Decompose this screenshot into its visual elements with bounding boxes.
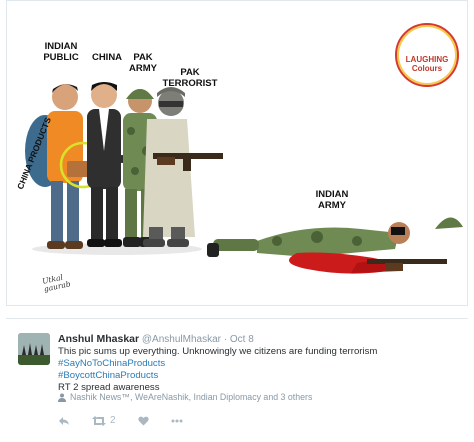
label-indian-army: INDIAN ARMY <box>315 189 349 211</box>
indian-public-figure <box>25 84 89 249</box>
retweeted-by-context[interactable]: Nashik News™, WeAreNashik, Indian Diplom… <box>58 392 312 402</box>
soldiers-silhouette-icon <box>18 333 50 365</box>
hashtag-link[interactable]: #SayNoToChinaProducts <box>58 358 377 370</box>
more-icon <box>171 419 183 422</box>
tweet-time[interactable]: Oct 8 <box>230 334 254 345</box>
person-icon <box>58 393 66 402</box>
reply-button[interactable] <box>58 416 70 426</box>
hashtag-link[interactable]: #BoycottChinaProducts <box>58 370 377 382</box>
cartoon-image[interactable]: INDIAN PUBLIC CHINA PAK ARMY PAK TERRORI… <box>6 0 468 306</box>
more-button[interactable] <box>171 419 183 423</box>
indian-army-figure <box>207 217 463 274</box>
reply-icon <box>59 416 69 425</box>
tweet-screenshot: INDIAN PUBLIC CHINA PAK ARMY PAK TERRORI… <box>0 0 474 442</box>
tweet-text: This pic sums up everything. Unknowingly… <box>58 346 377 394</box>
tweet-header: Anshul Mhaskar @AnshulMhaskar · Oct 8 <box>58 333 254 345</box>
avatar[interactable] <box>18 333 50 365</box>
heart-icon <box>137 416 149 425</box>
tweet-actions: 2 <box>58 415 183 426</box>
like-button[interactable] <box>137 416 149 426</box>
author-name[interactable]: Anshul Mhaskar <box>58 333 139 345</box>
context-text: Nashik News™, WeAreNashik, Indian Diplom… <box>70 392 313 402</box>
retweet-button[interactable]: 2 <box>92 415 116 426</box>
author-handle[interactable]: @AnshulMhaskar <box>142 334 221 345</box>
tweet-card[interactable]: Anshul Mhaskar @AnshulMhaskar · Oct 8 Th… <box>6 318 468 438</box>
label-indian-public: INDIAN PUBLIC <box>43 41 79 63</box>
retweet-count: 2 <box>110 415 116 426</box>
pak-terrorist-figure <box>143 87 223 247</box>
label-china: CHINA <box>91 52 123 63</box>
logo-text: LAUGHING Colours <box>405 55 449 73</box>
retweet-icon <box>92 415 106 426</box>
label-pak-terrorist: PAK TERRORIST <box>162 67 218 89</box>
header-separator: · <box>223 334 228 345</box>
tweet-text-line: This pic sums up everything. Unknowingly… <box>58 346 378 357</box>
